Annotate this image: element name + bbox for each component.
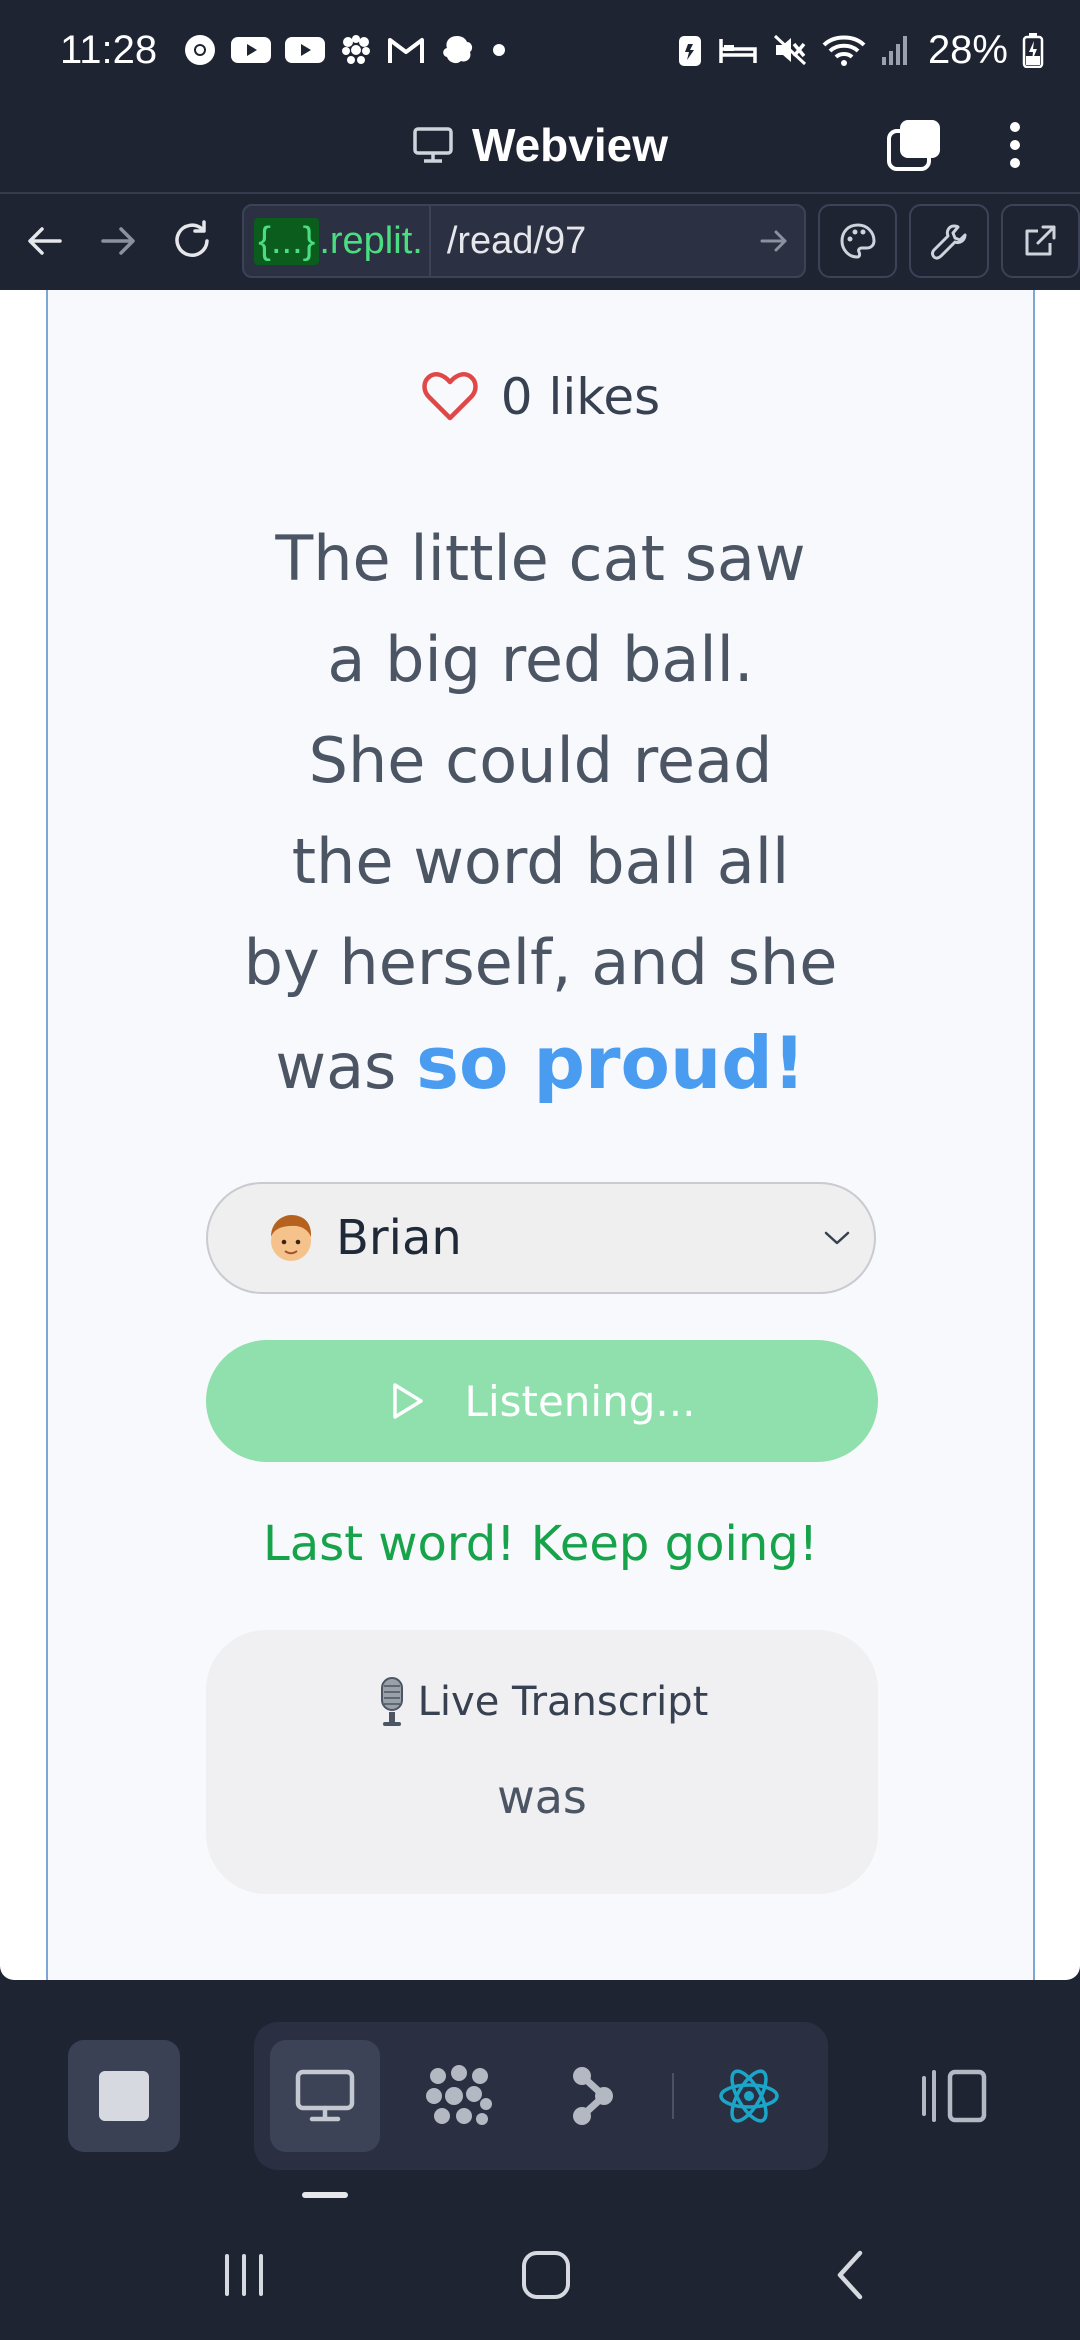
url-host: {...} .replit. bbox=[244, 206, 425, 276]
system-back-button[interactable] bbox=[800, 2230, 900, 2320]
chevron-down-icon bbox=[824, 1231, 850, 1245]
url-field[interactable]: {...} .replit. /read/97 bbox=[242, 204, 806, 278]
youtube-notification-icon bbox=[231, 35, 272, 65]
bottom-dock bbox=[0, 1980, 1080, 2210]
like-button[interactable]: 0 likes bbox=[48, 368, 1033, 426]
story-highlight: so proud! bbox=[416, 1021, 806, 1105]
dock-divider bbox=[672, 2073, 674, 2119]
chrome-notification-icon bbox=[183, 33, 217, 67]
status-time: 11:28 bbox=[60, 27, 158, 72]
home-button[interactable] bbox=[496, 2230, 596, 2320]
browser-toolbar: {...} .replit. /read/97 bbox=[0, 192, 1080, 288]
transcript-card: Live Transcript was bbox=[206, 1630, 878, 1894]
page-title: Webview bbox=[472, 119, 668, 171]
webview: 0 likes The little cat saw a big red bal… bbox=[0, 290, 1080, 1980]
desktop-view-button[interactable] bbox=[270, 2040, 380, 2152]
feedback-message: Last word! Keep going! bbox=[263, 1516, 818, 1572]
url-path[interactable]: /read/97 bbox=[437, 220, 744, 263]
panel-icon bbox=[922, 2069, 987, 2123]
listen-button-label: Listening... bbox=[464, 1376, 696, 1426]
youtube-notification-icon bbox=[285, 35, 326, 65]
story-line: by herself, and she bbox=[243, 926, 838, 999]
reload-button[interactable] bbox=[155, 204, 228, 278]
more-options-button[interactable] bbox=[990, 110, 1040, 180]
gmail-notification-icon bbox=[387, 35, 425, 65]
wifi-icon bbox=[822, 33, 866, 67]
person-emoji-icon bbox=[271, 1215, 312, 1261]
wrench-icon bbox=[930, 224, 967, 260]
react-icon bbox=[719, 2069, 779, 2123]
mute-icon bbox=[772, 33, 808, 67]
go-button[interactable] bbox=[744, 227, 804, 255]
title-group: Webview bbox=[412, 118, 668, 172]
view-switcher bbox=[254, 2022, 828, 2170]
battery-charging-icon bbox=[1022, 32, 1044, 68]
dots-icon bbox=[426, 2065, 492, 2125]
forward-button[interactable] bbox=[81, 204, 154, 278]
url-host-tag: {...} bbox=[254, 217, 320, 265]
back-button[interactable] bbox=[8, 204, 81, 278]
status-right: 28% bbox=[676, 28, 1044, 73]
likes-count: 0 likes bbox=[500, 368, 661, 426]
devtools-button[interactable] bbox=[909, 204, 989, 278]
tabs-button[interactable] bbox=[880, 110, 950, 180]
signal-icon bbox=[880, 33, 910, 67]
story-line-last: was so proud! bbox=[48, 1013, 1033, 1117]
app-notification-icon bbox=[339, 33, 373, 67]
story-line: a big red ball. bbox=[327, 623, 754, 696]
chevron-left-icon bbox=[837, 2250, 863, 2300]
transcript-title: Live Transcript bbox=[417, 1679, 709, 1725]
arrow-right-icon bbox=[101, 227, 135, 255]
story-line: the word ball all bbox=[291, 825, 790, 898]
battery-percentage: 28% bbox=[927, 27, 1008, 72]
arrow-right-icon bbox=[760, 230, 787, 252]
theme-button[interactable] bbox=[817, 204, 898, 278]
palette-icon bbox=[840, 223, 876, 259]
arrow-left-icon bbox=[27, 227, 62, 255]
sleep-mode-icon bbox=[718, 33, 758, 67]
home-icon bbox=[522, 2251, 570, 2299]
more-notifications-dot-icon bbox=[489, 40, 509, 60]
open-external-button[interactable] bbox=[1000, 204, 1080, 278]
transcript-header: Live Transcript bbox=[206, 1676, 878, 1728]
flow-view-button[interactable] bbox=[538, 2040, 648, 2152]
reading-page: 0 likes The little cat saw a big red bal… bbox=[46, 290, 1035, 1980]
grid-view-button[interactable] bbox=[404, 2040, 514, 2152]
stop-button[interactable] bbox=[68, 2040, 180, 2152]
active-indicator bbox=[302, 2192, 348, 2198]
story-word: was bbox=[275, 1030, 397, 1103]
system-navigation-bar bbox=[0, 2210, 1080, 2340]
listen-button[interactable]: Listening... bbox=[206, 1340, 878, 1462]
url-divider bbox=[428, 206, 431, 276]
app-notification-icon bbox=[439, 33, 475, 67]
voice-name: Brian bbox=[336, 1210, 462, 1266]
desktop-icon bbox=[295, 2069, 355, 2122]
monitor-icon bbox=[412, 125, 454, 165]
story-line: The little cat saw bbox=[275, 522, 806, 595]
stop-icon bbox=[99, 2071, 149, 2121]
heart-icon bbox=[422, 372, 478, 421]
story-text: The little cat saw a big red ball. She c… bbox=[48, 508, 1033, 1117]
transcript-text: was bbox=[497, 1770, 587, 1824]
battery-saver-icon bbox=[676, 32, 704, 68]
tabs-icon bbox=[887, 120, 940, 171]
story-line: She could read bbox=[308, 724, 773, 797]
status-bar: 11:28 28% bbox=[0, 0, 1080, 100]
voice-select[interactable]: Brian bbox=[206, 1182, 876, 1294]
recent-apps-button[interactable] bbox=[194, 2230, 294, 2320]
react-view-button[interactable] bbox=[694, 2040, 804, 2152]
app-title-bar: Webview bbox=[0, 100, 1080, 190]
url-host-domain: .replit. bbox=[319, 219, 423, 262]
status-left: 11:28 bbox=[60, 28, 509, 73]
recents-icon bbox=[225, 2254, 263, 2296]
microphone-icon bbox=[380, 1677, 403, 1726]
reload-icon bbox=[174, 220, 209, 257]
external-link-icon bbox=[1025, 225, 1056, 256]
play-icon bbox=[392, 1383, 423, 1419]
branch-icon bbox=[573, 2067, 613, 2125]
more-vertical-icon bbox=[1010, 122, 1020, 168]
toggle-panel-button[interactable] bbox=[910, 2040, 1000, 2152]
